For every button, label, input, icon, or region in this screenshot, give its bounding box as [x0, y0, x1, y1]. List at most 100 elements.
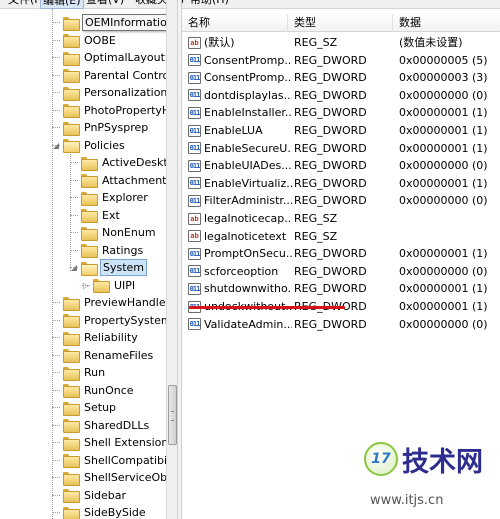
column-header-type[interactable]: 类型: [288, 14, 393, 32]
value-row[interactable]: 011 ConsentPromp... REG_DWORD 0x00000003 (3…: [182, 69, 500, 86]
tree-node[interactable]: Personalization: [52, 84, 166, 101]
value-name-cell: 011 FilterAdministr...: [188, 192, 292, 209]
tree-node[interactable]: Ratings: [70, 242, 145, 259]
expand-arrow-icon[interactable]: [70, 207, 78, 224]
tree-node-tooltip[interactable]: OEMInformation: [52, 14, 166, 31]
collapse-arrow-icon[interactable]: ◢: [70, 259, 78, 276]
column-header-name[interactable]: 名称: [182, 14, 288, 32]
tree-node[interactable]: Reliability: [52, 329, 140, 346]
tree-node[interactable]: RenameFiles: [52, 347, 155, 364]
expand-arrow-icon[interactable]: [52, 452, 60, 469]
menu-item-1[interactable]: 编辑(E): [40, 0, 84, 9]
expand-arrow-icon[interactable]: [52, 417, 60, 434]
tree-node[interactable]: PnPSysprep: [52, 119, 150, 136]
value-row[interactable]: 011 EnableVirtualiz... REG_DWORD 0x00000001…: [182, 175, 500, 192]
expand-arrow-icon[interactable]: [52, 399, 60, 416]
tree-node[interactable]: NonEnum: [70, 224, 158, 241]
tree-node[interactable]: PropertySystem: [52, 312, 166, 329]
expand-arrow-icon[interactable]: [52, 469, 60, 486]
tree-node[interactable]: ▷ UIPI: [82, 277, 137, 294]
column-header-data[interactable]: 数据: [393, 14, 500, 32]
expand-arrow-icon[interactable]: [52, 382, 60, 399]
list-header: 名称 类型 数据: [182, 14, 500, 32]
tree-node[interactable]: Shell Extensions: [52, 434, 166, 451]
value-data: [399, 228, 499, 245]
value-type: REG_DWORD: [294, 71, 367, 85]
tree-scrollbar[interactable]: [166, 0, 177, 519]
expand-arrow-icon[interactable]: [70, 242, 78, 259]
value-row[interactable]: 011 EnableInstaller... REG_DWORD 0x00000001…: [182, 104, 500, 121]
value-row[interactable]: 011 EnableUIADes... REG_DWORD 0x00000000 (0…: [182, 157, 500, 174]
value-type: REG_SZ: [294, 229, 338, 243]
tree-node[interactable]: OptimalLayout: [52, 49, 166, 66]
value-row[interactable]: 011 dontdisplaylas... REG_DWORD 0x00000000 …: [182, 87, 500, 104]
value-row[interactable]: 011 ValidateAdmin... REG_DWORD 0x00000000 (…: [182, 316, 500, 333]
expand-arrow-icon[interactable]: [52, 84, 60, 101]
expand-arrow-icon[interactable]: [70, 224, 78, 241]
expand-arrow-icon[interactable]: [52, 504, 60, 519]
tree-node[interactable]: Ext: [70, 207, 122, 224]
folder-icon: [63, 384, 80, 398]
expand-arrow-icon[interactable]: [52, 102, 60, 119]
tree-node[interactable]: OOBE: [52, 32, 118, 49]
expand-arrow-icon[interactable]: [52, 67, 60, 84]
expand-arrow-icon[interactable]: [52, 434, 60, 451]
value-type: REG_DWORD: [294, 141, 367, 155]
value-row[interactable]: ab legalnoticecap... REG_SZ: [182, 210, 500, 227]
binary-value-icon: 011: [188, 194, 201, 207]
registry-tree[interactable]: OEMInformation OOBE OptimalLayout Parental …: [0, 9, 166, 519]
folder-icon: [81, 156, 98, 171]
value-row[interactable]: 011 EnableSecureU... REG_DWORD 0x00000001 (…: [182, 140, 500, 157]
tree-node[interactable]: Run: [52, 364, 107, 381]
tree-node[interactable]: PhotoPropertyHandler: [52, 102, 166, 119]
expand-arrow-icon[interactable]: [52, 119, 60, 136]
value-row[interactable]: 011 scforceoption REG_DWORD 0x00000000 (0): [182, 263, 500, 280]
binary-value-icon: 011: [188, 159, 201, 172]
expand-arrow-icon[interactable]: [52, 364, 60, 381]
tree-node[interactable]: RunOnce: [52, 382, 136, 399]
tree-node[interactable]: ShellCompatibility: [52, 452, 166, 469]
tree-node[interactable]: Explorer: [70, 189, 150, 206]
tree-node[interactable]: ActiveDesktop: [70, 154, 166, 171]
value-row[interactable]: 011 ConsentPromp... REG_DWORD 0x00000005 (5…: [182, 52, 500, 69]
expand-arrow-icon[interactable]: [52, 294, 60, 311]
tree-node[interactable]: ◢ System: [70, 259, 148, 276]
value-row[interactable]: ab (默认) REG_SZ (数值未设置): [182, 34, 500, 51]
expand-arrow-icon[interactable]: ▷: [82, 277, 90, 294]
tree-node[interactable]: Attachments: [70, 172, 166, 189]
expand-arrow-icon[interactable]: [52, 347, 60, 364]
expand-arrow-icon[interactable]: [52, 487, 60, 504]
tree-node[interactable]: Sidebar: [52, 487, 128, 504]
value-data: 0x00000005 (5): [399, 53, 488, 67]
collapse-arrow-icon[interactable]: ◢: [52, 137, 60, 154]
value-row[interactable]: ab legalnoticetext REG_SZ: [182, 228, 500, 245]
expand-arrow-icon[interactable]: [52, 14, 60, 31]
tree-node[interactable]: PreviewHandlers: [52, 294, 166, 311]
value-data: 0x00000000 (0): [399, 317, 488, 331]
tree-node-label: Reliability: [84, 331, 138, 344]
value-row[interactable]: 011 PromptOnSecu... REG_DWORD 0x00000001 (1…: [182, 245, 500, 262]
tree-node[interactable]: Parental Controls: [52, 67, 166, 84]
value-name-cell: 011 EnableLUA: [188, 122, 292, 139]
tree-scrollbar-thumb[interactable]: [168, 385, 177, 445]
expand-arrow-icon[interactable]: [70, 189, 78, 206]
tree-node[interactable]: ShellServiceObjects: [52, 469, 166, 486]
tree-node[interactable]: SideBySide: [52, 504, 148, 519]
expand-arrow-icon[interactable]: [52, 329, 60, 346]
menu-item-4[interactable]: 帮助(H): [190, 0, 229, 7]
expand-arrow-icon[interactable]: [52, 32, 60, 49]
tree-node[interactable]: ◢ Policies: [52, 137, 127, 154]
value-type: REG_DWORD: [294, 317, 367, 331]
folder-icon: [63, 489, 80, 503]
menu-item-2[interactable]: 查看(V): [86, 0, 124, 7]
value-row[interactable]: 011 shutdownwitho... REG_DWORD 0x00000001 (…: [182, 280, 500, 297]
expand-arrow-icon[interactable]: [70, 154, 78, 171]
tree-node[interactable]: SharedDLLs: [52, 417, 151, 434]
tree-node-label: Setup: [84, 401, 117, 414]
value-row[interactable]: 011 EnableLUA REG_DWORD 0x00000001 (1): [182, 122, 500, 139]
tree-node[interactable]: Setup: [52, 399, 118, 416]
expand-arrow-icon[interactable]: [52, 312, 60, 329]
value-row[interactable]: 011 FilterAdministr... REG_DWORD 0x00000000…: [182, 192, 500, 209]
expand-arrow-icon[interactable]: [70, 172, 78, 189]
expand-arrow-icon[interactable]: [52, 49, 60, 66]
